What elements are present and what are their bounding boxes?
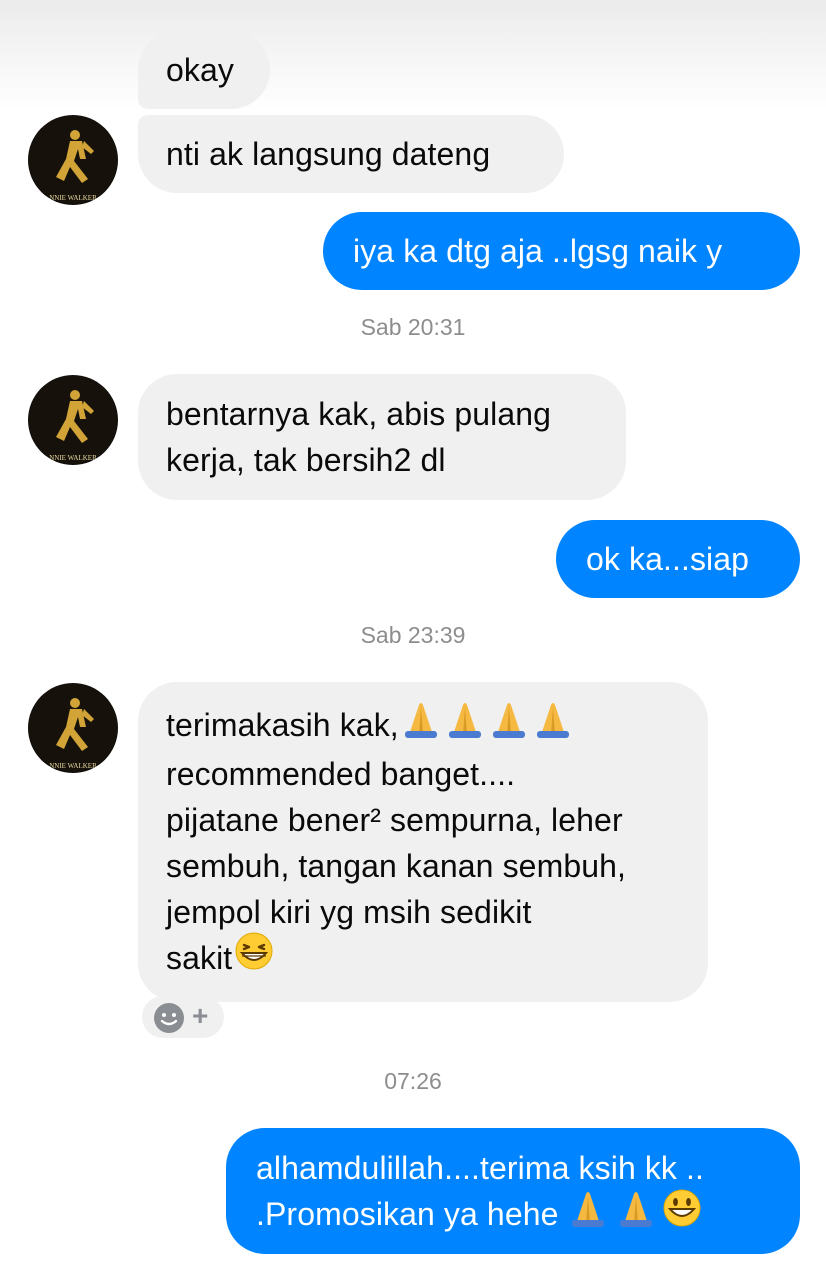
message-text: recommended banget.... [166,755,516,792]
grinning-face-emoji-icon [660,1188,704,1240]
folded-hands-emoji-icon [399,699,575,751]
outgoing-message-bubble[interactable]: alhamdulillah....terima ksih kk .. .Prom… [226,1128,800,1254]
avatar-logo-text: NNIE WALKER [49,194,97,202]
striding-man-logo-icon: NNIE WALKER [29,116,117,204]
message-text: kerja, tak bersih2 dl [166,442,446,478]
outgoing-message-bubble[interactable]: ok ka...siap [556,520,800,598]
message-text: sakit [166,939,233,976]
message-text: bentarnya kak, abis pulang [166,396,552,432]
message-text: alhamdulillah....terima ksih kk .. [256,1150,705,1186]
folded-hands-emoji-icon [568,1188,660,1240]
message-line: .Promosikan ya hehe [256,1188,800,1240]
message-text: pijatane bener² sempurna, leher [166,801,623,838]
striding-man-logo-icon: NNIE WALKER [29,684,117,772]
top-shadow [0,0,826,110]
add-reaction-plus-icon: + [192,1000,209,1031]
timestamp: Sab 23:39 [360,622,466,648]
contact-avatar[interactable]: NNIE WALKER [28,115,118,205]
message-text: terimakasih kak, [166,707,399,743]
incoming-message-bubble[interactable]: bentarnya kak, abis pulang kerja, tak be… [138,374,626,500]
incoming-message-bubble[interactable]: terimakasih kak, recommended banget.... … [138,682,708,1002]
smiley-reaction-icon [154,1003,184,1033]
contact-avatar[interactable]: NNIE WALKER [28,375,118,465]
message-line: sakit [166,932,708,984]
add-reaction-button[interactable]: + [142,996,224,1038]
incoming-message-bubble[interactable]: nti ak langsung dateng [138,115,564,193]
message-text: iya ka dtg aja ..lgsg naik y [353,233,723,269]
message-text: ok ka...siap [586,541,750,577]
message-line: terimakasih kak, [166,702,708,751]
contact-avatar[interactable]: NNIE WALKER [28,683,118,773]
avatar-logo-text: NNIE WALKER [49,454,97,462]
outgoing-message-bubble[interactable]: iya ka dtg aja ..lgsg naik y [323,212,800,290]
avatar-logo-text: NNIE WALKER [49,762,97,770]
striding-man-logo-icon: NNIE WALKER [29,376,117,464]
timestamp: Sab 20:31 [360,314,466,340]
grinning-squinting-face-emoji-icon [232,931,276,983]
message-text: nti ak langsung dateng [166,136,491,172]
message-text: jempol kiri yg msih sedikit [166,893,532,930]
message-text: .Promosikan ya hehe [256,1196,559,1232]
message-text: okay [166,52,234,88]
timestamp: 07:26 [384,1068,442,1094]
incoming-message-bubble[interactable]: okay [138,31,270,109]
message-text: sembuh, tangan kanan sembuh, [166,847,627,884]
